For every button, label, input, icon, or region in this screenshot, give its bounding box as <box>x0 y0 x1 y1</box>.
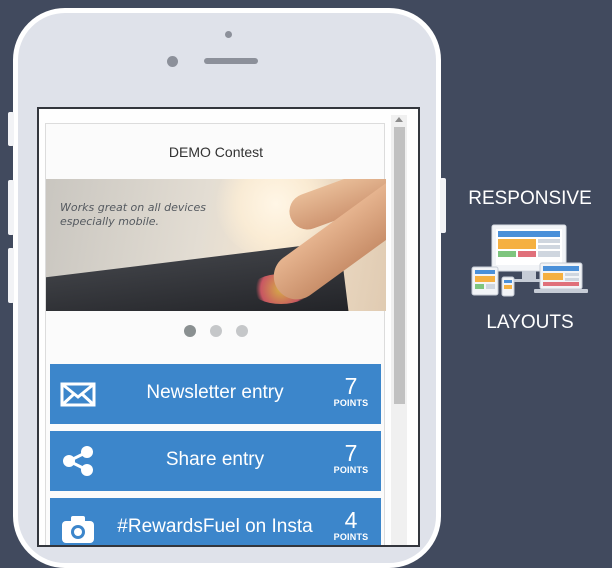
entry-label: Share entry <box>165 449 265 470</box>
points-label: POINTS <box>333 532 369 542</box>
front-camera <box>167 56 178 67</box>
newsletter-entry-button[interactable]: Newsletter entry 7 POINTS <box>50 364 381 424</box>
instagram-entry-button[interactable]: #RewardsFuel on Insta 4 POINTS <box>50 498 381 545</box>
earpiece-speaker <box>204 58 258 64</box>
mute-switch <box>8 112 14 146</box>
hero-image: Works great on all devices especially mo… <box>46 179 386 311</box>
hero-caption: Works great on all devices especially mo… <box>60 201 206 228</box>
entry-points: 4 POINTS <box>331 508 371 542</box>
promo-title: RESPONSIVE <box>468 188 592 209</box>
contest-widget: DEMO Contest Works great on all devices … <box>45 123 386 545</box>
points-value: 4 <box>344 507 358 533</box>
carousel-dots <box>184 325 248 337</box>
power-button <box>440 178 446 233</box>
responsive-devices-icon <box>471 224 588 297</box>
promo-subtitle: LAYOUTS <box>486 312 574 333</box>
volume-down-button <box>8 248 14 303</box>
carousel-dot-2[interactable] <box>210 325 222 337</box>
carousel-dot-1[interactable] <box>184 325 196 337</box>
entry-points: 7 POINTS <box>331 374 371 408</box>
camera-icon <box>62 516 94 543</box>
points-value: 7 <box>344 373 358 399</box>
points-label: POINTS <box>333 465 369 475</box>
carousel-dot-3[interactable] <box>236 325 248 337</box>
front-sensor <box>225 31 232 38</box>
share-entry-button[interactable]: Share entry 7 POINTS <box>50 431 381 491</box>
scroll-up-arrow-icon[interactable] <box>395 117 403 122</box>
phone-screen: DEMO Contest Works great on all devices … <box>37 107 420 547</box>
share-icon <box>63 446 93 476</box>
volume-up-button <box>8 180 14 235</box>
vertical-scrollbar[interactable] <box>391 115 407 545</box>
entry-label: #RewardsFuel on Insta <box>117 516 313 537</box>
points-label: POINTS <box>333 398 369 408</box>
envelope-icon <box>60 382 96 407</box>
entry-label: Newsletter entry <box>146 382 284 403</box>
entry-points: 7 POINTS <box>331 441 371 475</box>
contest-title: DEMO Contest <box>168 144 264 160</box>
points-value: 7 <box>344 440 358 466</box>
scroll-thumb[interactable] <box>394 127 405 404</box>
